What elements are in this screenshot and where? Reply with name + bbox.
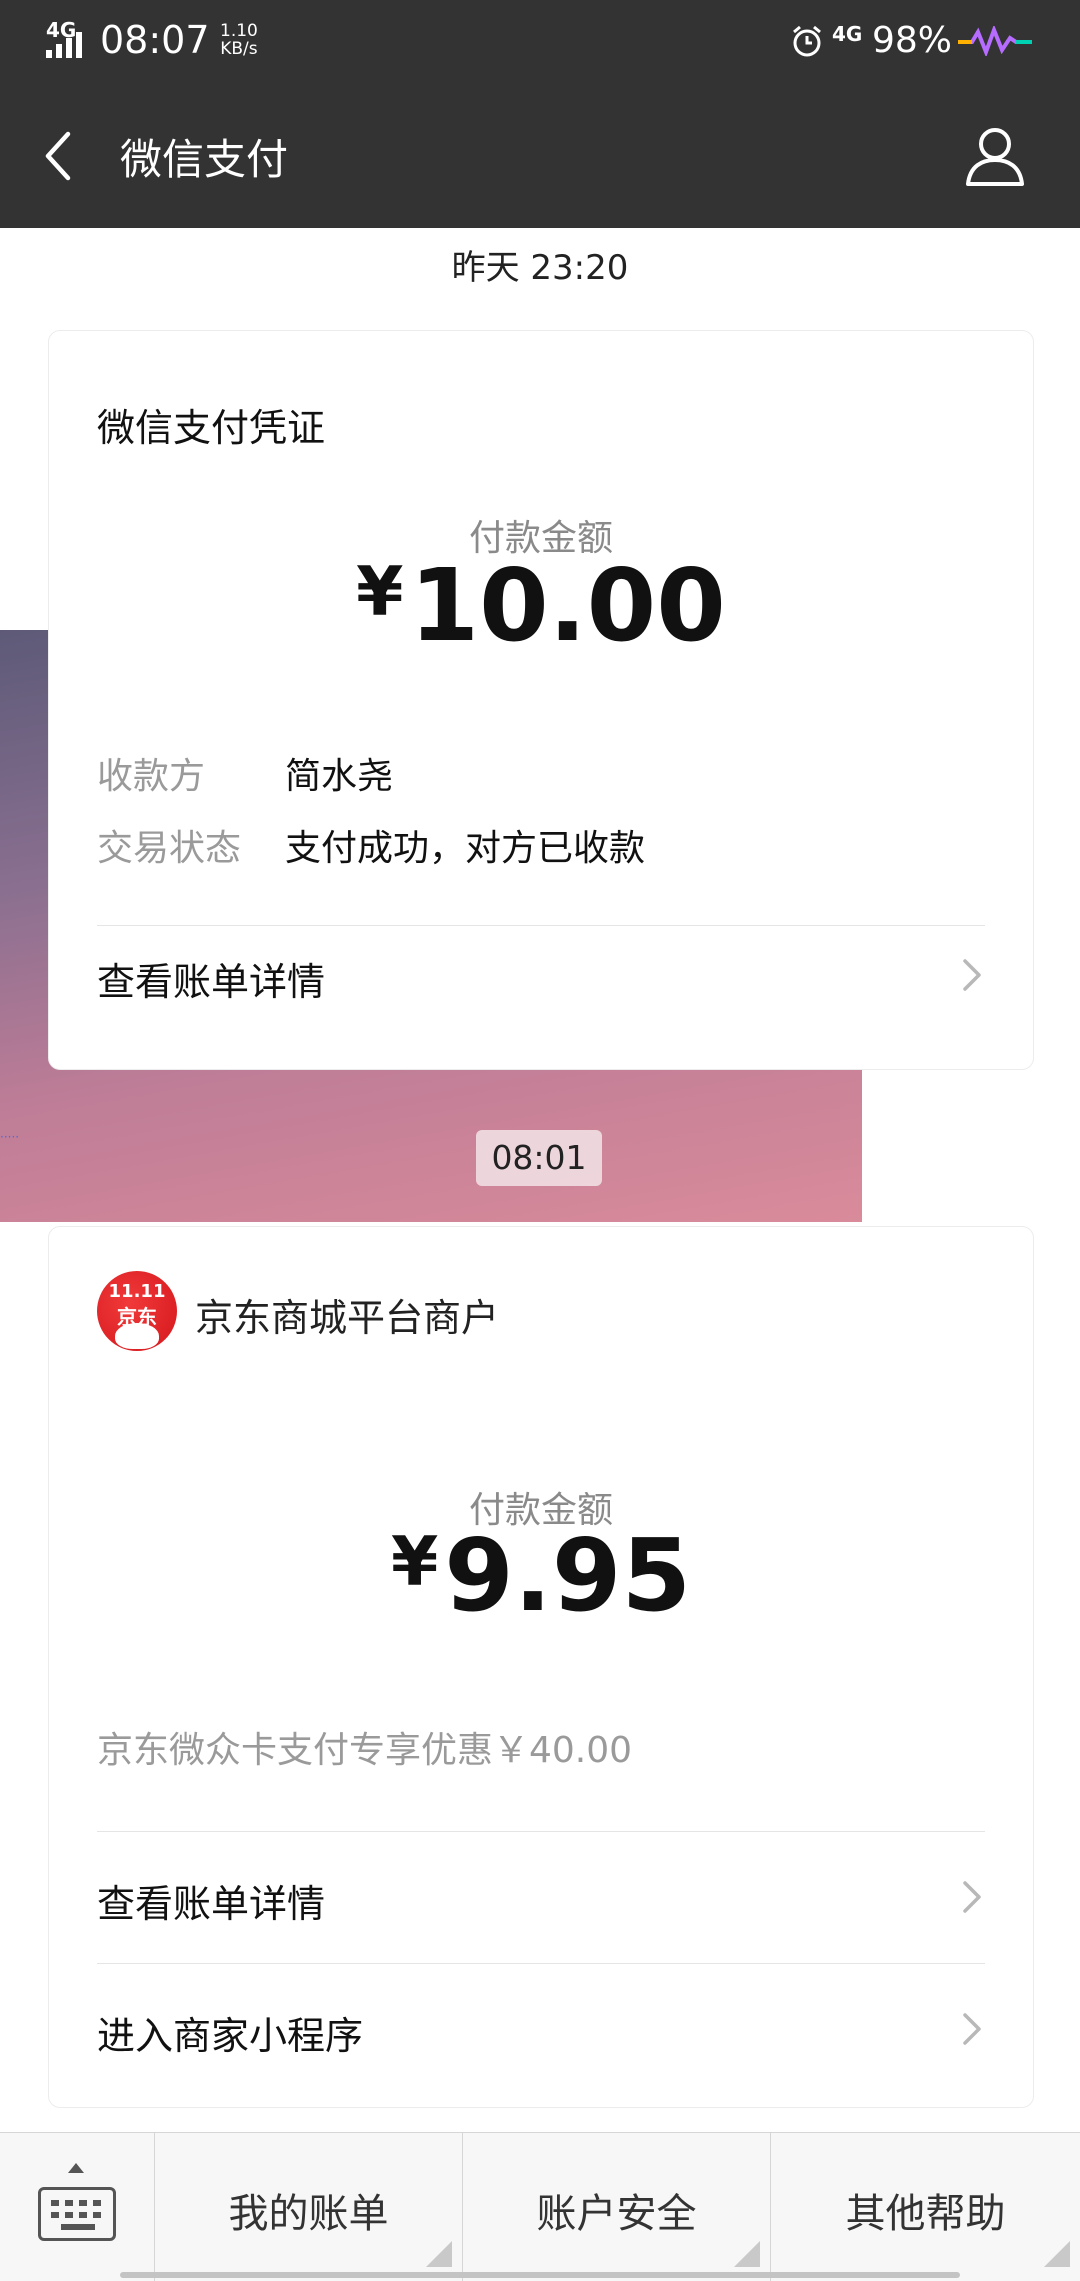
amount-value: ¥9.95 (49, 1517, 1033, 1634)
network-speed: 1.10 KB/s (220, 22, 258, 58)
payment-receipt-card[interactable]: 微信支付凭证 付款金额 ¥10.00 收款方 简水尧 交易状态 支付成功，对方已… (48, 330, 1034, 1070)
status-label: 交易状态 (97, 828, 242, 869)
payee-label: 收款方 (97, 756, 206, 797)
currency-symbol: ¥ (356, 553, 404, 632)
menu-account-security[interactable]: 账户安全 (463, 2133, 771, 2281)
view-bill-details-label: 查看账单详情 (97, 1882, 326, 1926)
signal-icon: 4G (46, 18, 92, 58)
status-value: 支付成功，对方已收款 (285, 828, 646, 869)
navigation-bar: 微信支付 (0, 84, 1080, 228)
menu-account-security-label: 账户安全 (536, 2191, 697, 2237)
merchant-logo-icon: 11.11 京东 (97, 1271, 177, 1351)
card-title: 微信支付凭证 (97, 406, 326, 450)
timestamp-chip: 08:01 (476, 1130, 602, 1186)
page-title: 微信支付 (120, 135, 289, 184)
menu-other-help-label: 其他帮助 (845, 2191, 1006, 2237)
merchant-miniprogram-link[interactable]: 进入商家小程序 (97, 1979, 985, 2079)
view-bill-details-link[interactable]: 查看账单详情 (97, 925, 985, 1025)
chevron-right-icon (963, 1881, 981, 1913)
background-tag: ····· (0, 1130, 20, 1144)
speed-value: 1.10 (220, 21, 258, 41)
payee-value: 简水尧 (285, 756, 394, 797)
keyboard-icon (38, 2187, 116, 2241)
submenu-indicator-icon (734, 2241, 760, 2267)
menu-my-bills[interactable]: 我的账单 (155, 2133, 463, 2281)
wave-icon (958, 26, 1032, 56)
amount-number: 10.00 (409, 547, 726, 664)
amount-number: 9.95 (444, 1517, 692, 1634)
menu-other-help[interactable]: 其他帮助 (771, 2133, 1080, 2281)
submenu-indicator-icon (1044, 2241, 1070, 2267)
merchant-name: 京东商城平台商户 (195, 1296, 500, 1340)
speed-unit: KB/s (220, 39, 258, 59)
currency-symbol: ¥ (390, 1523, 439, 1602)
chevron-right-icon (963, 959, 981, 991)
merchant-miniprogram-label: 进入商家小程序 (97, 2014, 364, 2058)
alarm-icon (793, 25, 821, 57)
view-bill-details-link[interactable]: 查看账单详情 (97, 1847, 985, 1947)
menu-my-bills-label: 我的账单 (228, 2191, 389, 2237)
bottom-menu-bar: 我的账单 账户安全 其他帮助 (0, 2132, 1080, 2281)
back-arrow-icon[interactable] (38, 124, 88, 188)
divider (97, 1963, 985, 1964)
logo-top-text: 11.11 (108, 1281, 166, 1302)
network-type-right: 4G (832, 22, 863, 46)
submenu-indicator-icon (426, 2241, 452, 2267)
status-bar: 4G 08:07 1.10 KB/s 4G 98% (0, 0, 1080, 84)
battery-level: 98% (872, 20, 953, 61)
promo-text: 京东微众卡支付专享优惠￥40.00 (97, 1730, 633, 1771)
merchant-payment-card[interactable]: 11.11 京东 京东商城平台商户 付款金额 ¥9.95 京东微众卡支付专享优惠… (48, 1226, 1034, 2108)
profile-icon[interactable] (962, 122, 1028, 188)
amount-value: ¥10.00 (49, 547, 1033, 664)
chevron-right-icon (963, 2013, 981, 2045)
view-bill-details-label: 查看账单详情 (97, 960, 326, 1004)
divider (97, 1831, 985, 1832)
home-indicator[interactable] (120, 2272, 960, 2278)
keyboard-toggle-button[interactable] (0, 2133, 155, 2281)
expand-up-icon (68, 2163, 84, 2173)
status-time: 08:07 (100, 18, 210, 62)
timestamp-yesterday: 昨天 23:20 (451, 248, 629, 288)
